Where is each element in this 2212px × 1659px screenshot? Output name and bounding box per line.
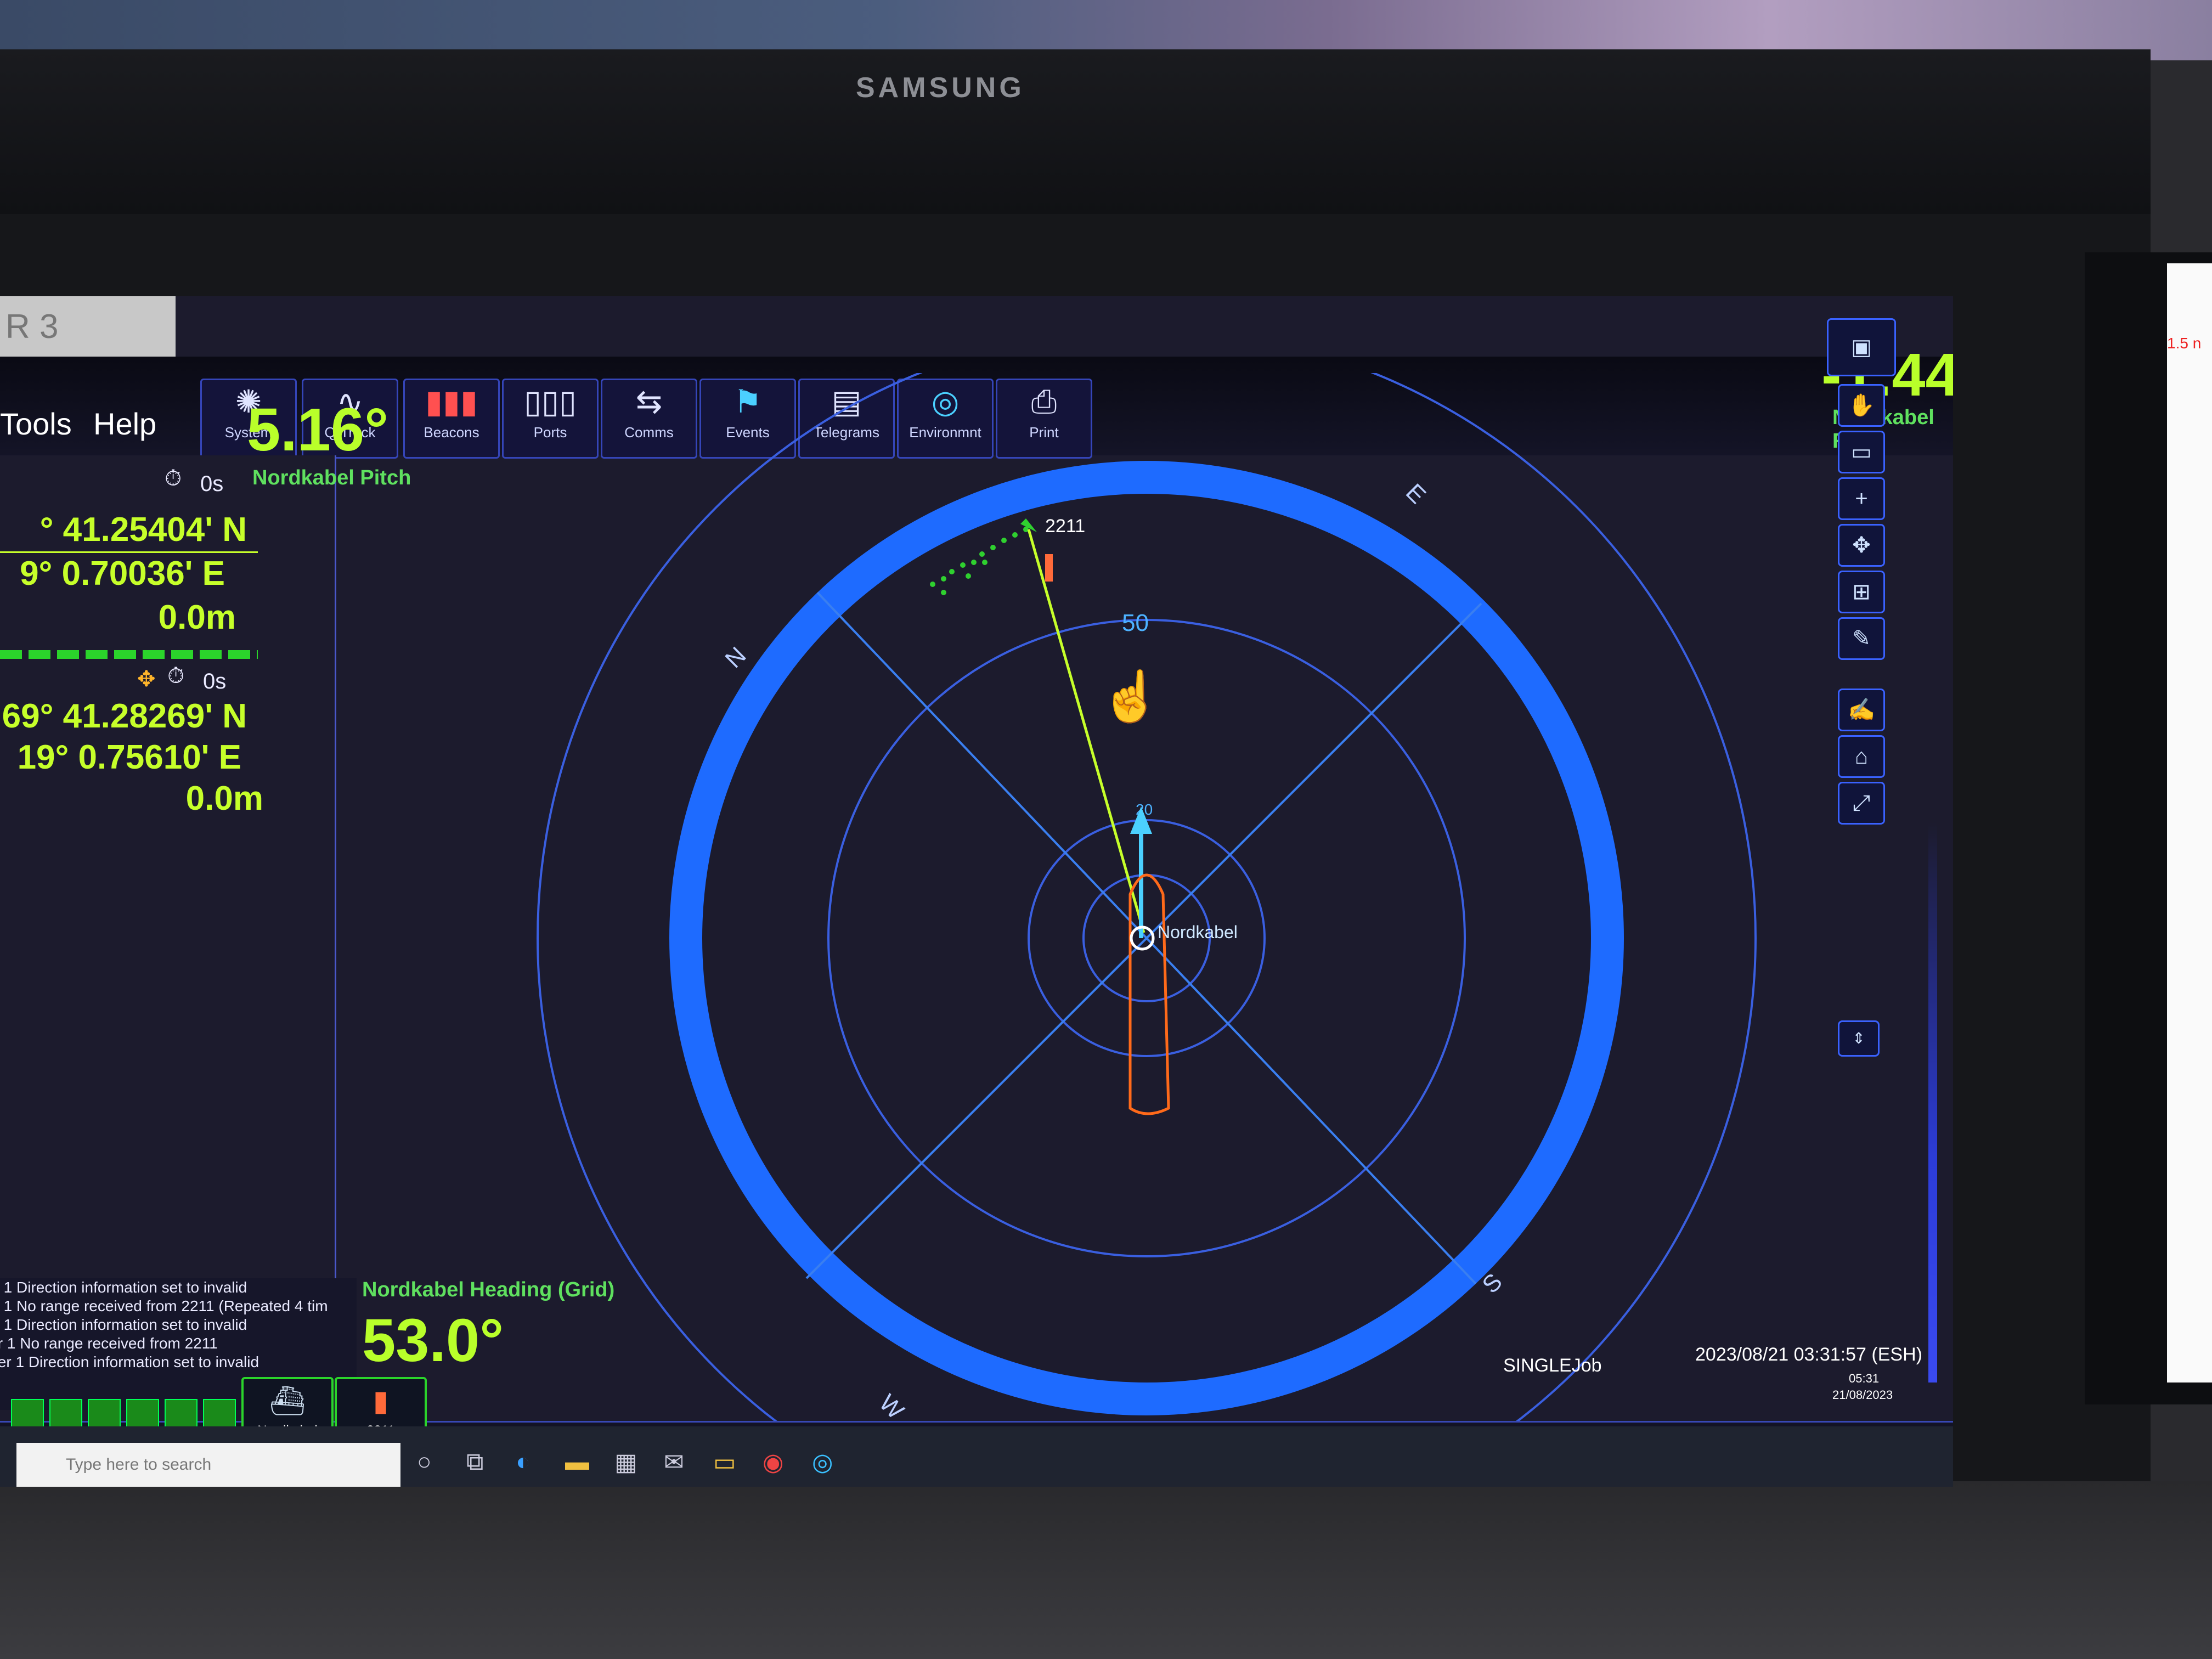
range-label-50: 50 bbox=[1122, 610, 1149, 636]
task-view-icon[interactable]: ⧉ bbox=[466, 1448, 483, 1476]
app-screen: R 3 Tools Help ✺ System ∿ Q-Track ▮▮▮ Beaco… bbox=[0, 296, 1953, 1481]
monitor-brand-logo: SAMSUNG bbox=[856, 72, 1025, 104]
ruler-icon: ✎ bbox=[1852, 627, 1871, 651]
pitch-label: Nordkabel Pitch bbox=[252, 466, 411, 489]
expand-icon: ⤢ bbox=[1853, 791, 1870, 815]
window-title-tab: R 3 bbox=[0, 296, 176, 357]
zoom-slider[interactable] bbox=[1928, 823, 1937, 1383]
pan-button[interactable]: ✋ bbox=[1838, 384, 1885, 427]
clock-datetime: 2023/08/21 03:31:57 (ESH) bbox=[1695, 1344, 1922, 1365]
side-monitor-text: 1.5 n bbox=[2167, 335, 2202, 352]
block2-latitude: 69° 41.28269' N bbox=[2, 697, 247, 735]
layers-button[interactable]: ▣ bbox=[1827, 318, 1896, 376]
log-line: ver 1 No range received from 2211 (Repea… bbox=[0, 1297, 328, 1314]
signal-bar bbox=[0, 650, 258, 659]
window-title: R 3 bbox=[5, 308, 59, 346]
block2-depth: 0.0m bbox=[185, 780, 263, 817]
annotate-icon: ⊞ bbox=[1852, 580, 1871, 604]
chrome-icon[interactable]: ◉ bbox=[763, 1448, 783, 1476]
compass-label-w: W bbox=[874, 1389, 909, 1424]
move-icon: ✥ bbox=[1852, 533, 1871, 557]
radar-grid bbox=[537, 373, 1757, 1448]
zoom-icon: ⇕ bbox=[1852, 1030, 1865, 1047]
log-line: iver 1 No range received from 2211 bbox=[0, 1335, 218, 1352]
block1-depth: 0.0m bbox=[158, 599, 236, 636]
vessel-outline bbox=[1128, 873, 1170, 1115]
measure-button[interactable]: ▭ bbox=[1838, 431, 1885, 473]
edge-icon[interactable]: ◐ bbox=[516, 1448, 531, 1476]
notes-icon: ✍ bbox=[1848, 698, 1875, 722]
annotate-button[interactable]: ⊞ bbox=[1838, 571, 1885, 613]
block2-age: 0s bbox=[203, 669, 227, 693]
menu-help[interactable]: Help bbox=[93, 406, 156, 442]
compass-label-n: N bbox=[720, 642, 751, 673]
folder-icon[interactable]: ▭ bbox=[713, 1448, 736, 1476]
stopwatch-icon: ⏱ bbox=[165, 466, 182, 490]
target-beacon bbox=[1045, 554, 1053, 582]
cortana-icon[interactable]: ○ bbox=[417, 1448, 432, 1476]
notes-button[interactable]: ✍ bbox=[1838, 689, 1885, 731]
waypoint-icon: + bbox=[1855, 487, 1868, 511]
fit-view-button[interactable]: ⤢ bbox=[1838, 782, 1885, 825]
tray-time: 05:31 bbox=[1849, 1372, 1880, 1385]
position-panel: ⏱ 0s ° 41.25404' N 9° 0.70036' E 0.0m ✥ … bbox=[0, 455, 336, 1355]
home-icon: ⌂ bbox=[1854, 744, 1869, 769]
home-button[interactable]: ⌂ bbox=[1838, 735, 1885, 778]
move-button[interactable]: ✥ bbox=[1838, 524, 1885, 567]
ship-icon: ⛴ bbox=[269, 1385, 306, 1417]
job-name[interactable]: SINGLEJob bbox=[1503, 1355, 1602, 1376]
menu-tools[interactable]: Tools bbox=[0, 406, 72, 442]
ruler-button[interactable]: ✎ bbox=[1838, 617, 1885, 660]
add-waypoint-button[interactable]: + bbox=[1838, 477, 1885, 520]
zoom-button[interactable]: ⇕ bbox=[1838, 1020, 1880, 1057]
block2-longitude: 19° 0.75610' E bbox=[17, 738, 241, 776]
desk-surface bbox=[0, 1481, 2212, 1659]
log-line: ver 1 Direction information set to inval… bbox=[0, 1279, 247, 1296]
app-icon[interactable]: ◎ bbox=[812, 1448, 833, 1476]
hand-cursor-icon: ☝ bbox=[1100, 667, 1161, 726]
compass-label-e: E bbox=[1401, 478, 1431, 509]
block1-age: 0s bbox=[200, 472, 224, 496]
target-bearing-line bbox=[1027, 529, 1146, 933]
block1-latitude: ° 41.25404' N bbox=[40, 511, 247, 549]
beacon-icon: ▮ bbox=[373, 1385, 389, 1417]
outer-range-ring bbox=[537, 373, 1757, 1448]
store-icon[interactable]: ▦ bbox=[614, 1448, 637, 1476]
side-monitor-screen: 1.5 n bbox=[2167, 263, 2212, 1383]
hand-icon: ✋ bbox=[1848, 393, 1875, 417]
monitor-bezel-top bbox=[0, 49, 2151, 214]
log-line: eiver 1 Direction information set to inv… bbox=[0, 1353, 259, 1370]
stopwatch-icon: ⏱ bbox=[167, 664, 185, 688]
pitch-value: 5.16° bbox=[247, 396, 389, 464]
tray-date: 21/08/2023 bbox=[1832, 1388, 1893, 1402]
separator bbox=[0, 551, 258, 553]
taskbar-search-input[interactable]: Type here to search bbox=[16, 1443, 400, 1487]
target-label[interactable]: 2211 bbox=[1045, 516, 1085, 537]
minus-icon: ▭ bbox=[1851, 440, 1872, 464]
mail-icon[interactable]: ✉ bbox=[664, 1448, 684, 1476]
move-icon: ✥ bbox=[137, 667, 156, 691]
radar-display[interactable]: N E S W 50 20 100 2211 Nordkabel ☝ bbox=[450, 373, 1821, 1448]
log-line: ver 1 Direction information set to inval… bbox=[0, 1316, 247, 1333]
file-explorer-icon[interactable]: ▬ bbox=[565, 1448, 589, 1476]
block1-longitude: 9° 0.70036' E bbox=[20, 555, 225, 592]
vessel-label[interactable]: Nordkabel bbox=[1158, 922, 1238, 942]
layers-icon: ▣ bbox=[1851, 335, 1872, 359]
